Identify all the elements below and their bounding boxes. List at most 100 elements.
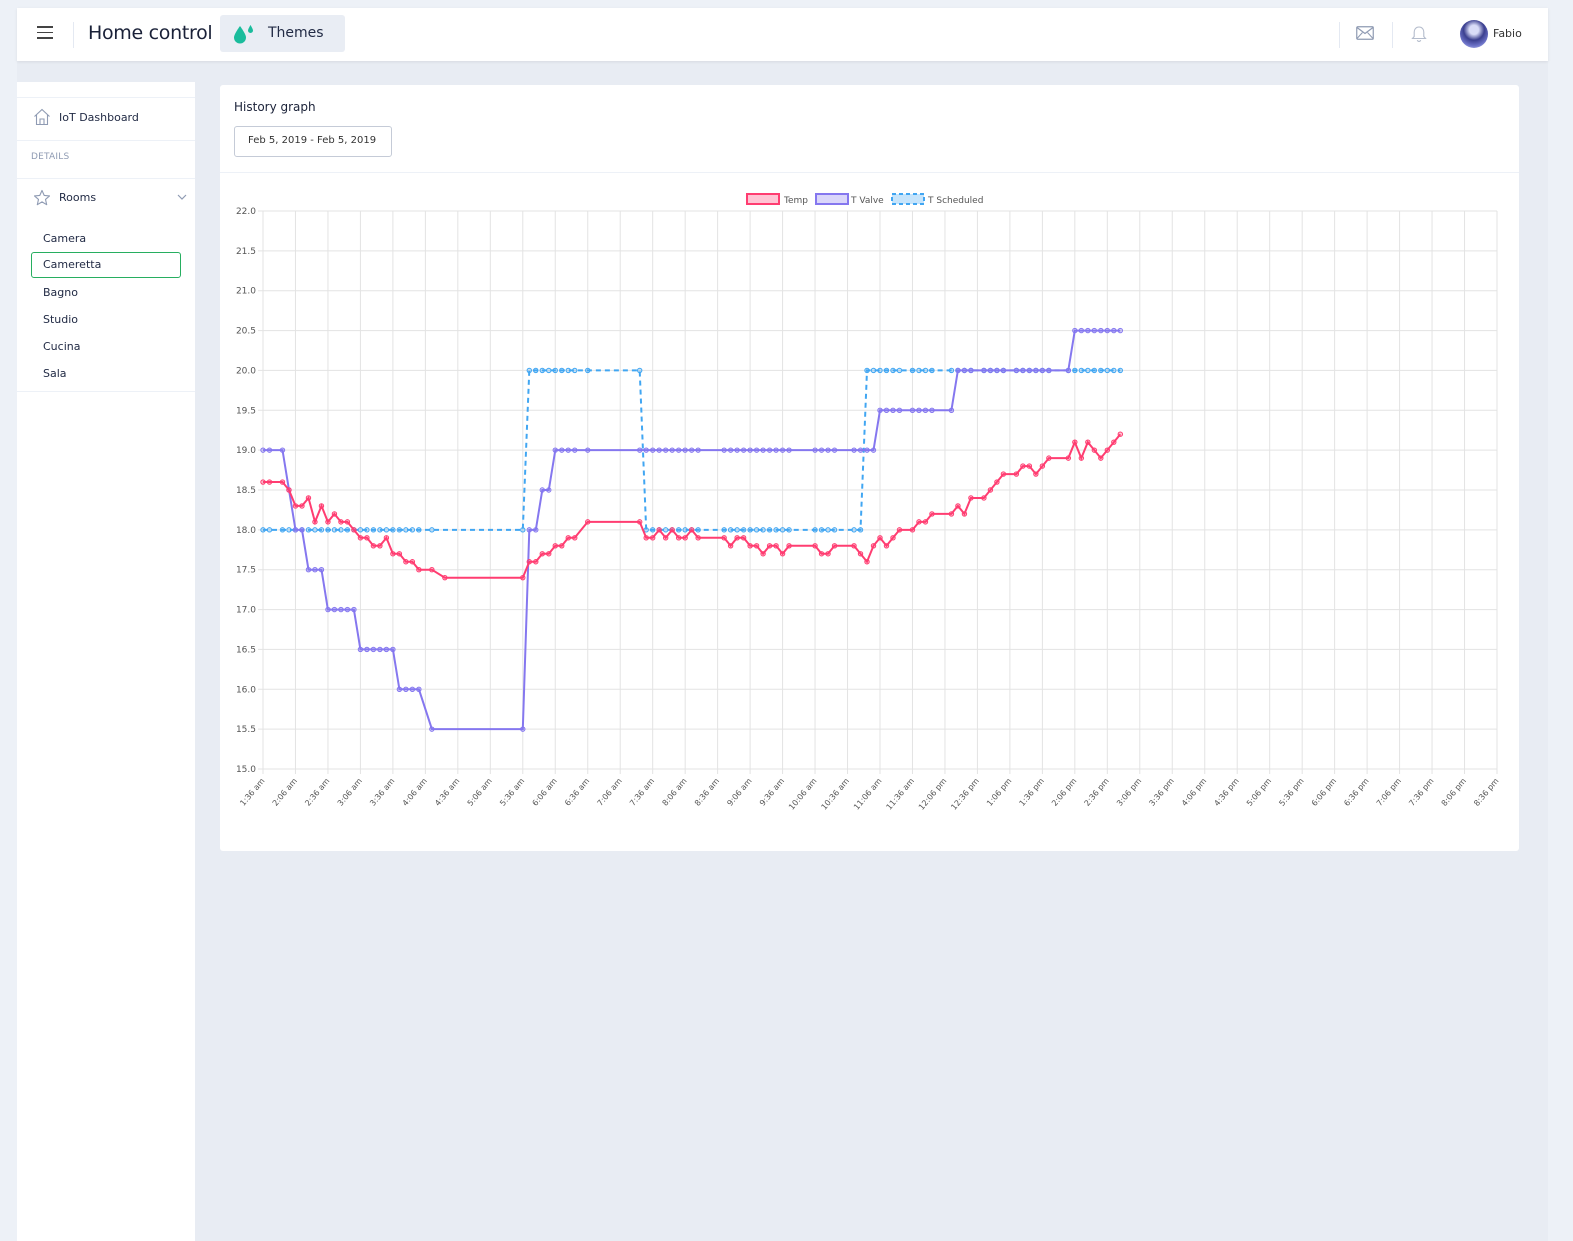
data-point xyxy=(429,726,435,732)
data-point xyxy=(994,479,1000,485)
data-point xyxy=(370,527,377,533)
data-point xyxy=(1098,327,1104,334)
data-point xyxy=(740,535,747,541)
x-tick-label: 9:36 am xyxy=(758,776,786,807)
data-point xyxy=(766,527,773,533)
data-point xyxy=(916,519,922,525)
data-point xyxy=(429,567,435,573)
data-point xyxy=(286,487,292,493)
data-point xyxy=(864,559,870,565)
legend-label: T Valve xyxy=(850,196,884,206)
data-point xyxy=(682,535,688,541)
data-point xyxy=(1091,367,1098,374)
app-title: Home control xyxy=(88,22,213,44)
data-point xyxy=(883,543,890,549)
data-point xyxy=(721,527,727,533)
data-point xyxy=(299,503,305,509)
data-point xyxy=(766,543,773,549)
mail-icon[interactable] xyxy=(1356,26,1374,40)
data-point xyxy=(929,367,935,374)
user-name[interactable]: Fabio xyxy=(1493,27,1522,40)
data-point xyxy=(585,367,591,374)
data-point xyxy=(338,527,344,533)
data-point xyxy=(416,686,422,692)
data-point xyxy=(260,527,266,533)
data-point xyxy=(981,495,987,501)
x-tick-label: 2:06 pm xyxy=(1050,776,1078,808)
data-point xyxy=(383,527,390,533)
data-point xyxy=(403,559,409,565)
data-point xyxy=(636,519,643,525)
data-point xyxy=(299,527,305,533)
data-point xyxy=(1033,367,1039,374)
data-point xyxy=(1026,463,1033,469)
data-point xyxy=(675,535,682,541)
data-point xyxy=(909,527,916,533)
x-tick-label: 3:06 pm xyxy=(1115,776,1143,808)
x-tick-label: 7:06 pm xyxy=(1375,776,1403,808)
data-point xyxy=(552,367,558,374)
y-tick-label: 16.0 xyxy=(236,685,256,695)
data-point xyxy=(695,527,701,533)
x-tick-label: 11:06 am xyxy=(852,776,884,811)
data-point xyxy=(520,726,526,732)
data-point xyxy=(747,527,753,533)
data-point xyxy=(409,686,416,692)
data-point xyxy=(370,646,377,653)
x-tick-label: 5:36 am xyxy=(498,776,526,807)
data-point xyxy=(1065,455,1072,461)
room-item-studio[interactable]: Studio xyxy=(31,307,181,333)
bell-icon[interactable] xyxy=(1411,25,1427,43)
x-tick-label: 11:36 am xyxy=(884,776,916,811)
room-item-cameretta[interactable]: Cameretta xyxy=(31,252,181,278)
data-point xyxy=(305,527,312,533)
data-point xyxy=(357,535,364,541)
data-point xyxy=(825,527,831,533)
y-tick-label: 17.5 xyxy=(236,566,256,576)
data-point xyxy=(1078,367,1085,374)
room-item-sala[interactable]: Sala xyxy=(31,361,181,387)
room-item-bagno[interactable]: Bagno xyxy=(31,280,181,306)
data-point xyxy=(377,527,383,533)
x-tick-label: 7:06 am xyxy=(596,776,624,807)
y-tick-label: 21.5 xyxy=(236,247,256,257)
data-point xyxy=(909,407,916,413)
data-point xyxy=(662,527,669,533)
sidebar-divider xyxy=(17,391,195,392)
data-point xyxy=(383,646,390,653)
x-tick-label: 4:36 pm xyxy=(1212,776,1240,808)
data-point xyxy=(786,527,792,533)
data-point xyxy=(987,367,994,374)
data-point xyxy=(1085,439,1091,445)
data-point xyxy=(656,447,662,453)
data-point xyxy=(344,519,351,525)
data-point xyxy=(390,527,396,533)
menu-icon[interactable] xyxy=(37,26,53,40)
x-tick-label: 1:36 am xyxy=(238,776,266,807)
data-point xyxy=(734,527,740,533)
data-point xyxy=(857,447,864,453)
room-item-camera[interactable]: Camera xyxy=(31,226,181,252)
data-point xyxy=(643,447,649,453)
room-item-cucina[interactable]: Cucina xyxy=(31,334,181,360)
user-avatar[interactable] xyxy=(1460,20,1488,48)
data-point xyxy=(773,447,779,453)
data-point xyxy=(916,367,922,374)
data-point xyxy=(266,447,273,453)
sidebar-item-iot-dashboard[interactable]: IoT Dashboard xyxy=(17,97,195,139)
data-point xyxy=(883,407,890,413)
themes-button[interactable]: Themes xyxy=(220,15,345,52)
data-point xyxy=(649,535,656,541)
data-point xyxy=(572,535,578,541)
data-point xyxy=(403,686,409,692)
data-point xyxy=(870,543,877,549)
sidebar: IoT Dashboard DETAILS Rooms Camera Camer… xyxy=(17,82,195,1241)
data-point xyxy=(390,646,396,653)
data-point xyxy=(877,407,883,413)
data-point xyxy=(377,543,383,549)
data-point xyxy=(260,479,266,485)
sidebar-item-rooms[interactable]: Rooms xyxy=(17,178,195,218)
data-point xyxy=(727,447,734,453)
y-tick-label: 21.0 xyxy=(236,287,256,297)
x-tick-label: 8:06 pm xyxy=(1440,776,1468,808)
